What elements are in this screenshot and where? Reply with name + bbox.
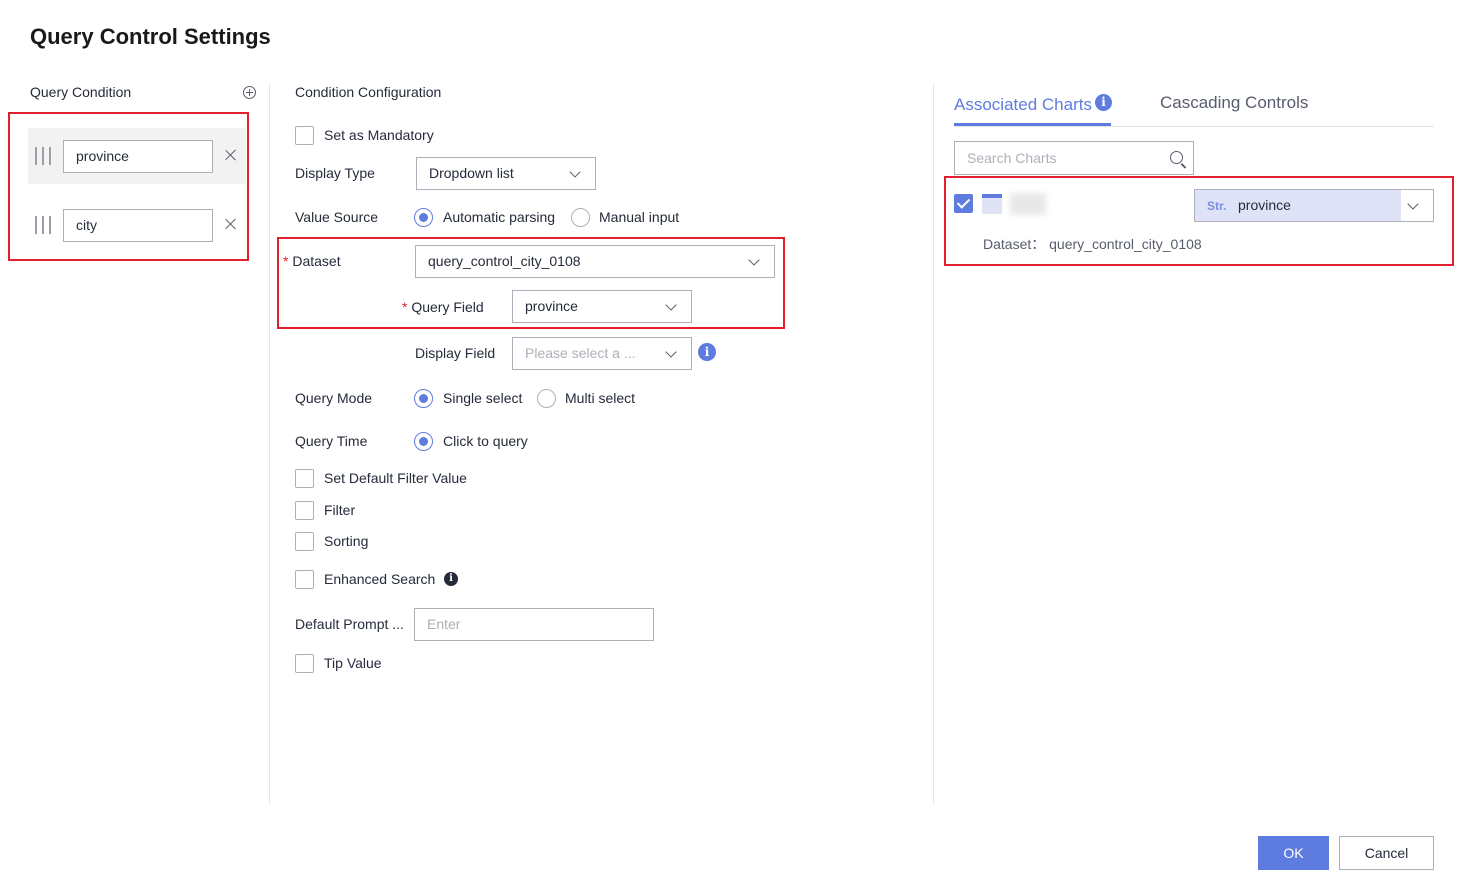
info-icon[interactable]: i (1095, 94, 1112, 111)
default-filter-checkbox[interactable] (295, 469, 314, 488)
search-icon[interactable] (1170, 151, 1183, 164)
divider (933, 84, 934, 804)
search-charts-input[interactable]: Search Charts (954, 141, 1194, 175)
display-type-value: Dropdown list (429, 165, 514, 181)
enhanced-search-checkbox[interactable] (295, 570, 314, 589)
radio-single-select[interactable] (414, 389, 433, 408)
manual-input-label: Manual input (599, 209, 680, 225)
sorting-checkbox[interactable] (295, 532, 314, 551)
divider (269, 84, 270, 804)
set-mandatory-checkbox[interactable] (295, 126, 314, 145)
radio-click-to-query[interactable] (414, 432, 433, 451)
query-condition-title: Query Condition (30, 84, 132, 100)
highlight-box-chart (944, 176, 1454, 266)
highlight-box-dataset (277, 237, 785, 329)
add-condition-icon[interactable] (243, 86, 256, 99)
tab-divider (954, 126, 1434, 127)
radio-multi-select[interactable] (537, 389, 556, 408)
tab-associated-charts[interactable]: Associated Charts (954, 95, 1092, 115)
cancel-button[interactable]: Cancel (1339, 836, 1434, 870)
tab-active-indicator (954, 123, 1111, 126)
enhanced-search-label: Enhanced Search (324, 571, 436, 587)
tab-associated-charts-label: Associated Charts (954, 95, 1092, 114)
filter-label: Filter (324, 502, 356, 518)
chevron-down-icon (569, 166, 581, 178)
display-type-label: Display Type (295, 165, 375, 181)
condition-configuration-title: Condition Configuration (295, 84, 442, 100)
info-icon[interactable]: i (444, 572, 458, 586)
display-field-placeholder: Please select a ... (525, 345, 636, 361)
ok-button[interactable]: OK (1258, 836, 1329, 870)
display-field-label: Display Field (415, 345, 496, 361)
sorting-label: Sorting (324, 533, 369, 549)
tab-cascading-controls[interactable]: Cascading Controls (1160, 93, 1308, 113)
click-to-query-label: Click to query (443, 433, 528, 449)
default-prompt-label: Default Prompt ... (295, 616, 404, 632)
single-select-label: Single select (443, 390, 523, 406)
query-mode-label: Query Mode (295, 390, 373, 406)
highlight-box-conditions (8, 112, 249, 261)
filter-checkbox[interactable] (295, 501, 314, 520)
radio-manual-input[interactable] (571, 208, 590, 227)
search-charts-placeholder: Search Charts (967, 150, 1057, 166)
query-time-label: Query Time (295, 433, 368, 449)
default-filter-label: Set Default Filter Value (324, 470, 467, 486)
info-icon[interactable]: i (698, 343, 716, 361)
tab-cascading-controls-label: Cascading Controls (1160, 93, 1309, 112)
display-field-select[interactable]: Please select a ... (512, 337, 692, 370)
display-type-select[interactable]: Dropdown list (416, 157, 596, 190)
value-source-label: Value Source (295, 209, 379, 225)
radio-automatic-parsing[interactable] (414, 208, 433, 227)
dialog-title: Query Control Settings (30, 24, 271, 49)
multi-select-label: Multi select (565, 390, 636, 406)
set-mandatory-label: Set as Mandatory (324, 127, 434, 143)
automatic-parsing-label: Automatic parsing (443, 209, 556, 225)
tip-value-checkbox[interactable] (295, 654, 314, 673)
default-prompt-input[interactable]: Enter (414, 608, 654, 641)
default-prompt-placeholder: Enter (427, 616, 461, 632)
tip-value-label: Tip Value (324, 655, 382, 671)
chevron-down-icon (665, 346, 677, 358)
